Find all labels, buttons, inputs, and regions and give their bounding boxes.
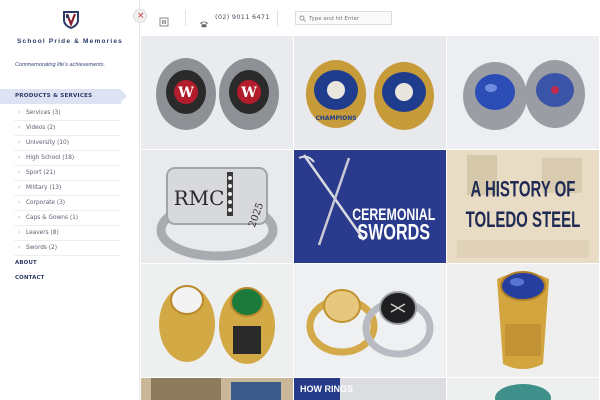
category-item[interactable]: › University (10) [14, 136, 121, 151]
category-label: Corporate (3) [26, 200, 66, 206]
category-label: Caps & Gowns (1) [26, 215, 79, 221]
product-tile-ceremonial-swords[interactable]: CEREMONIAL SWORDS [294, 150, 446, 263]
site-title[interactable]: School Pride & Memories [0, 38, 140, 45]
sidebar: School Pride & Memories Commemorating li… [0, 0, 140, 400]
site-tagline: Commemorating life's achievements. [15, 62, 106, 68]
ring-engraving: RMC [174, 186, 225, 210]
product-tile-champions-rings[interactable]: CHAMPIONS [294, 36, 446, 149]
product-tile-row4-3[interactable] [447, 378, 599, 400]
close-icon: × [137, 11, 145, 21]
menu-icon[interactable] [159, 12, 169, 27]
chevron-right-icon: › [18, 139, 21, 146]
category-item[interactable]: › Services (3) [14, 106, 121, 121]
category-item[interactable]: › Military (13) [14, 181, 121, 196]
chevron-right-icon: › [18, 214, 21, 221]
ring-text: CHAMPIONS [315, 115, 356, 122]
category-item[interactable]: › Sport (21) [14, 166, 121, 181]
top-bar: (02) 9011 6471 [141, 0, 600, 36]
tile-heading-line1: A HISTORY OF [471, 177, 576, 201]
divider [277, 10, 278, 26]
category-list: › Services (3) › Videos (2) › University (1… [14, 106, 121, 256]
site-logo[interactable] [62, 10, 80, 30]
category-item[interactable]: › High School (18) [14, 151, 121, 166]
chevron-right-icon: › [18, 244, 21, 251]
product-tile-signet-rings[interactable] [294, 264, 446, 377]
product-tile-sapphire-rings[interactable] [447, 36, 599, 149]
search-icon [299, 15, 306, 22]
phone-number[interactable]: (02) 9011 6471 [215, 13, 270, 21]
nav-about[interactable]: ABOUT [15, 260, 37, 266]
chevron-right-icon: › [18, 169, 21, 176]
category-label: Military (13) [26, 185, 62, 191]
tile-heading-line2: TOLEDO STEEL [466, 207, 581, 231]
product-tile-how-rings[interactable]: HOW RINGS [294, 378, 446, 400]
nav-contact[interactable]: CONTACT [15, 275, 45, 281]
divider [185, 10, 186, 26]
category-label: Services (3) [26, 110, 61, 116]
search-input[interactable] [309, 13, 389, 24]
tile-heading: HOW RINGS [300, 384, 353, 394]
chevron-right-icon: › [18, 124, 21, 131]
product-tile-toledo-steel[interactable]: A HISTORY OF TOLEDO STEEL [447, 150, 599, 263]
category-item[interactable]: › Corporate (3) [14, 196, 121, 211]
category-item[interactable]: › Swords (2) [14, 241, 121, 256]
search-box[interactable] [295, 11, 392, 25]
category-label: High School (18) [26, 155, 75, 161]
nav-products-services[interactable]: PRODUCTS & SERVICES [0, 89, 127, 104]
product-tile-blue-stone-ring[interactable] [447, 264, 599, 377]
category-label: Videos (2) [26, 125, 56, 131]
product-grid: W W CHAMPIONS RMC 2025 CEREMONIAL SWORDS… [141, 36, 600, 400]
category-label: Swords (2) [26, 245, 58, 251]
chevron-right-icon: › [18, 184, 21, 191]
product-tile-gold-rings[interactable] [141, 264, 293, 377]
svg-text:W: W [177, 85, 194, 101]
category-item[interactable]: › Caps & Gowns (1) [14, 211, 121, 226]
category-item[interactable]: › Leavers (8) [14, 226, 121, 241]
chevron-right-icon: › [18, 154, 21, 161]
category-label: Leavers (8) [26, 230, 59, 236]
svg-text:W: W [240, 85, 257, 101]
product-tile-nationals-rings[interactable]: W W [141, 36, 293, 149]
nav-products-label: PRODUCTS & SERVICES [15, 93, 93, 99]
page: School Pride & Memories Commemorating li… [0, 0, 600, 400]
product-tile-row4-1[interactable] [141, 378, 293, 400]
chevron-right-icon: › [18, 229, 21, 236]
category-label: Sport (21) [26, 170, 56, 176]
active-indicator [121, 90, 127, 102]
tile-heading-line2: SWORDS [357, 220, 430, 245]
product-tile-rmc-ring[interactable]: RMC 2025 [141, 150, 293, 263]
category-label: University (10) [26, 140, 69, 146]
chevron-right-icon: › [18, 199, 21, 206]
phone-icon [199, 13, 209, 28]
category-item[interactable]: › Videos (2) [14, 121, 121, 136]
close-sidebar-button[interactable]: × [133, 9, 147, 23]
chevron-right-icon: › [18, 109, 21, 116]
